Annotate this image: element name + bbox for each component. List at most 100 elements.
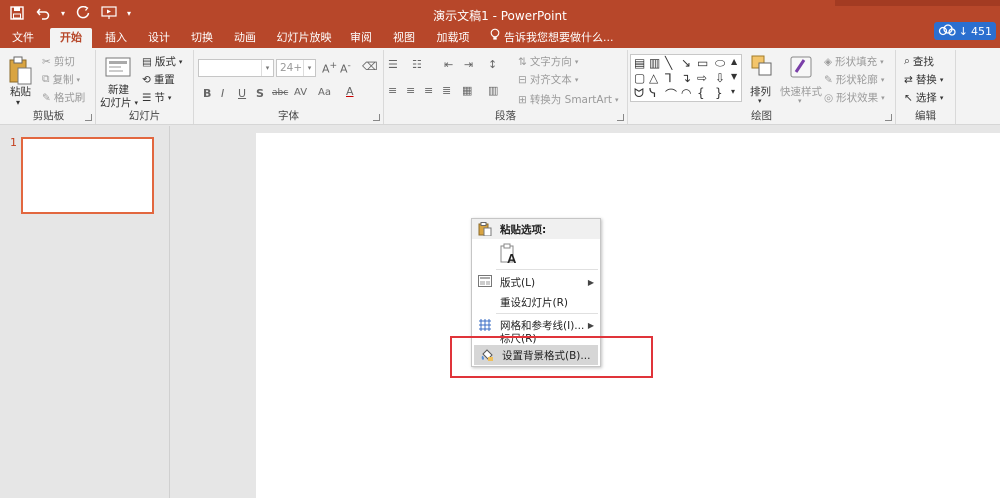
group-paragraph: ☰ ☷ ⇤ ⇥ ↕ ≡ ≡ ≡ ≣ ▦ ▥ ⇅ 文字方向 ▾ ⊟ 对齐文本 ▾ ⊞ 转换为… <box>384 50 628 124</box>
bold-button[interactable]: B <box>203 87 211 100</box>
slide-canvas[interactable] <box>256 133 1000 498</box>
shape-effects-button[interactable]: ◎ 形状效果 ▾ <box>824 90 885 105</box>
increase-indent-icon[interactable]: ⇥ <box>464 58 473 71</box>
align-text-button[interactable]: ⊟ 对齐文本 ▾ <box>518 72 578 87</box>
right-arrow-shape-icon[interactable]: ⇨ <box>697 71 707 85</box>
shrink-font-icon[interactable]: A- <box>340 60 351 76</box>
right-brace-shape-icon[interactable]: } <box>715 86 723 100</box>
replace-dropdown-icon: ▾ <box>939 75 944 84</box>
format-painter-button[interactable]: ✎ 格式刷 <box>42 90 85 105</box>
align-right-icon[interactable]: ≡ <box>424 84 433 97</box>
menu-separator <box>496 269 598 270</box>
underline-button[interactable]: U <box>238 87 246 100</box>
slide-thumbnail[interactable] <box>21 137 154 214</box>
font-family-combo[interactable]: ▾ <box>198 59 274 77</box>
section-button[interactable]: ☰ 节 ▾ <box>142 90 171 105</box>
reset-button[interactable]: ⟲ 重置 <box>142 72 175 87</box>
line-shape-icon[interactable]: ╲ <box>665 56 672 70</box>
change-case-button[interactable]: Aa <box>318 87 331 98</box>
align-center-icon[interactable]: ≡ <box>406 84 415 97</box>
new-slide-icon[interactable] <box>105 55 133 83</box>
text-shadow-button[interactable]: S <box>256 87 264 100</box>
magnifier-icon: ⌕ <box>904 55 910 67</box>
font-size-combo[interactable]: 24+ ▾ <box>276 59 316 77</box>
shape-effects-label: 形状效果 <box>836 92 879 104</box>
paste-dropdown-icon[interactable]: ▾ <box>16 98 20 107</box>
tab-slideshow[interactable]: 幻灯片放映 <box>272 28 336 48</box>
callout-shape-icon[interactable]: ᗢ <box>634 86 644 101</box>
shapes-more-icon[interactable]: ▾ <box>731 87 735 96</box>
paste-keep-text-only-button[interactable]: A <box>472 241 600 267</box>
tab-addins[interactable]: 加载项 <box>430 28 476 48</box>
layout-button[interactable]: ▤ 版式 ▾ <box>142 54 182 69</box>
text-direction-button[interactable]: ⇅ 文字方向 ▾ <box>518 54 578 69</box>
tab-home[interactable]: 开始 <box>50 28 92 48</box>
clipboard-launcher-icon[interactable] <box>85 114 92 121</box>
menu-item-reset-slide-label: 重设幻灯片(R) <box>500 296 568 309</box>
elbow-connector-shape-icon[interactable]: ⅂ <box>665 71 672 85</box>
paste-button[interactable]: 粘贴 <box>10 84 31 99</box>
shapes-gallery[interactable]: ▤ ▥ ╲ ↘ ▭ ⬭ ▢ △ ⅂ ↴ ⇨ ⇩ ᗢ ᓭ ⌒ ◠ { } ▲ ▼ <box>630 54 742 102</box>
tab-file[interactable]: 文件 <box>4 28 42 48</box>
tab-animations[interactable]: 动画 <box>228 28 262 48</box>
tab-insert[interactable]: 插入 <box>98 28 134 48</box>
arrow-line-shape-icon[interactable]: ↘ <box>681 56 691 70</box>
tab-view[interactable]: 视图 <box>387 28 421 48</box>
paragraph-launcher-icon[interactable] <box>617 114 624 121</box>
find-button[interactable]: ⌕ 查找 <box>904 54 934 69</box>
clear-formatting-icon[interactable]: ⌫ <box>362 60 378 73</box>
numbering-icon[interactable]: ☷ <box>412 58 422 71</box>
quick-styles-dropdown-icon[interactable]: ▾ <box>798 97 802 105</box>
rounded-rect-shape-icon[interactable]: ▢ <box>634 71 645 85</box>
menu-item-reset-slide[interactable]: 重设幻灯片(R) <box>472 292 600 312</box>
elbow-arrow-shape-icon[interactable]: ↴ <box>681 71 691 85</box>
font-launcher-icon[interactable] <box>373 114 380 121</box>
shapes-scroll-up-icon[interactable]: ▲ <box>731 57 737 66</box>
cloud-sync-badge[interactable]: ↓ 451 <box>933 22 996 40</box>
shapes-scroll-down-icon[interactable]: ▼ <box>731 72 737 81</box>
arc-shape-icon[interactable]: ◠ <box>681 86 691 100</box>
rectangle-shape-icon[interactable]: ▭ <box>697 56 708 70</box>
font-family-dropdown-icon: ▾ <box>261 60 273 76</box>
triangle-shape-icon[interactable]: △ <box>649 71 658 85</box>
columns-icon[interactable]: ▥ <box>488 84 498 97</box>
shape-outline-button[interactable]: ✎ 形状轮廓 ▾ <box>824 72 884 87</box>
tab-transitions[interactable]: 切换 <box>185 28 219 48</box>
char-spacing-button[interactable]: AV <box>294 87 307 98</box>
line-spacing-icon[interactable]: ↕ <box>488 58 497 71</box>
italic-button[interactable]: I <box>221 87 224 100</box>
shape-fill-button[interactable]: ◈ 形状填充 ▾ <box>824 54 884 69</box>
oval-shape-icon[interactable]: ⬭ <box>715 56 725 71</box>
textbox-shape-icon[interactable]: ▤ <box>634 56 645 70</box>
left-brace-shape-icon[interactable]: { <box>697 86 705 100</box>
menu-item-layout[interactable]: 版式(L) ▶ <box>472 272 600 292</box>
bullets-icon[interactable]: ☰ <box>388 58 398 71</box>
cut-button[interactable]: ✂ 剪切 <box>42 54 75 69</box>
align-left-icon[interactable]: ≡ <box>388 84 397 97</box>
copy-button[interactable]: ⧉ 复制 ▾ <box>42 72 80 87</box>
grow-font-icon[interactable]: A+ <box>322 60 337 76</box>
quick-styles-icon[interactable] <box>788 54 816 82</box>
paste-icon[interactable] <box>8 56 36 85</box>
tell-me-box[interactable]: 告诉我您想要做什么... <box>490 28 614 48</box>
freeform-shape-icon[interactable]: ᓭ <box>649 86 656 100</box>
replace-button[interactable]: ⇄ 替换 ▾ <box>904 72 943 87</box>
distributed-icon[interactable]: ▦ <box>462 84 472 97</box>
arrange-icon[interactable] <box>750 54 778 82</box>
select-button[interactable]: ↖ 选择 ▾ <box>904 90 943 105</box>
down-arrow-shape-icon[interactable]: ⇩ <box>715 71 725 85</box>
arrange-dropdown-icon[interactable]: ▾ <box>758 97 762 105</box>
strikethrough-button[interactable]: abc <box>272 88 288 98</box>
vertical-textbox-shape-icon[interactable]: ▥ <box>649 56 660 70</box>
curve-shape-icon[interactable]: ⌒ <box>665 86 677 103</box>
tab-review[interactable]: 审阅 <box>344 28 378 48</box>
align-text-dropdown-icon: ▾ <box>574 75 579 84</box>
ribbon-home: 粘贴 ▾ ✂ 剪切 ⧉ 复制 ▾ ✎ 格式刷 剪贴板 新建 幻灯片 ▾ ▤ 版式… <box>0 48 1000 125</box>
font-color-button[interactable]: A <box>346 85 354 98</box>
decrease-indent-icon[interactable]: ⇤ <box>444 58 453 71</box>
justify-icon[interactable]: ≣ <box>442 84 451 97</box>
tab-design[interactable]: 设计 <box>142 28 176 48</box>
drawing-launcher-icon[interactable] <box>885 114 892 121</box>
scissors-icon: ✂ <box>42 55 51 68</box>
smartart-button[interactable]: ⊞ 转换为 SmartArt ▾ <box>518 92 619 107</box>
